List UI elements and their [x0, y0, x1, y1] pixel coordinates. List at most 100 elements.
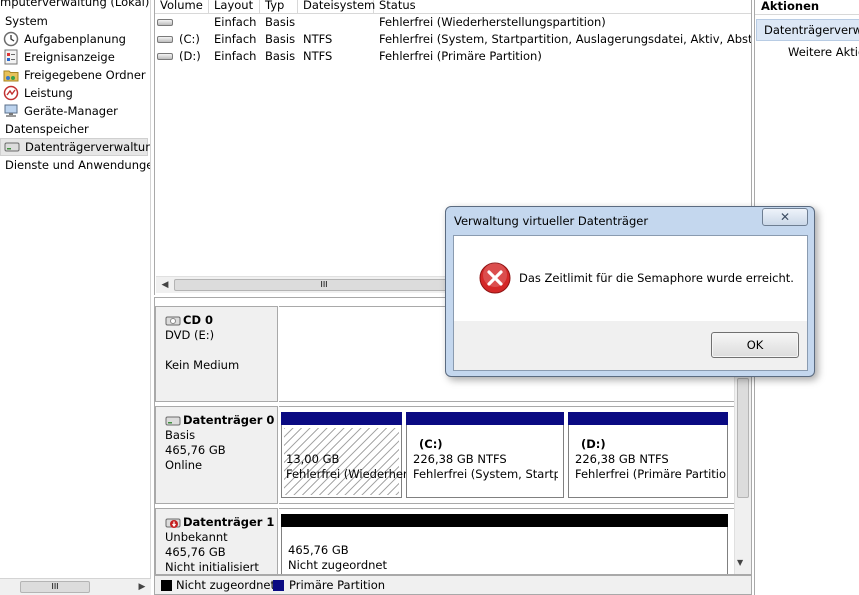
disk-line2: Basis	[165, 428, 196, 442]
tree-item-system[interactable]: System	[0, 12, 48, 30]
scroll-thumb[interactable]: III	[174, 279, 474, 291]
scroll-thumb[interactable]: III	[20, 581, 90, 593]
column-header-typ[interactable]: Typ	[260, 0, 298, 14]
scroll-thumb[interactable]	[737, 378, 749, 498]
volume-name: (C:)	[179, 32, 200, 46]
disk-map-disk0: 13,00 GB Fehlerfrei (Wiederher (C:) 226,…	[279, 406, 734, 504]
partition-status: Fehlerfrei (Wiederher	[286, 467, 408, 481]
disk-name: Datenträger 1	[183, 515, 275, 529]
disk-line3: 465,76 GB	[165, 545, 226, 559]
disk-label-disk1[interactable]: Datenträger 1 Unbekannt 465,76 GB Nicht …	[155, 508, 278, 574]
partition-d[interactable]: (D:) 226,38 GB NTFS Fehlerfrei (Primäre …	[568, 412, 728, 498]
volume-layout: Einfach	[214, 32, 257, 46]
disk-line2: DVD (E:)	[165, 328, 215, 342]
tree-item-label: Datenspeicher	[5, 122, 89, 136]
hard-disk-icon	[165, 414, 181, 428]
partition-size: 13,00 GB	[286, 452, 340, 466]
tree-item-label: Geräte-Manager	[24, 104, 118, 118]
partition-c[interactable]: (C:) 226,38 GB NTFS Fehlerfrei (System, …	[406, 412, 564, 498]
clock-icon	[3, 31, 19, 47]
primary-partition-bar	[281, 412, 402, 425]
tree-item-label: Freigegebene Ordner	[24, 68, 146, 82]
legend-swatch-primary	[273, 580, 284, 591]
partition-label: (D:)	[581, 437, 606, 451]
partition-status: Fehlerfrei (System, Startpart	[413, 467, 558, 481]
performance-icon	[3, 85, 19, 101]
tree-item-leistung[interactable]: Leistung	[0, 84, 73, 102]
action-section-header[interactable]: Datenträgerverwaltung	[756, 19, 859, 41]
unallocated-bar	[281, 514, 728, 527]
partition-label: (C:)	[419, 437, 443, 451]
tree-item-label: Leistung	[24, 86, 73, 100]
tree-item-label: Ereignisanzeige	[24, 50, 115, 64]
console-tree: mputerverwaltung (Lokal) System Aufgaben…	[0, 0, 151, 578]
disk-name: Datenträger 0	[183, 413, 275, 427]
tree-horizontal-scrollbar[interactable]: III ▶	[0, 578, 151, 595]
volume-filesystem: NTFS	[303, 32, 333, 46]
volume-type: Basis	[265, 15, 296, 29]
disk-line4: Nicht initialisiert	[165, 560, 259, 574]
disk-name: CD 0	[183, 313, 213, 327]
legend-bar: Nicht zugeordnet Primäre Partition	[154, 575, 752, 595]
volume-row[interactable]: (D:) Einfach Basis NTFS Fehlerfrei (Prim…	[155, 48, 751, 65]
more-actions-link[interactable]: Weitere Aktio	[788, 44, 859, 61]
volume-row[interactable]: (C:) Einfach Basis NTFS Fehlerfrei (Syst…	[155, 31, 751, 48]
column-header-status[interactable]: Status	[374, 0, 751, 14]
volume-status: Fehlerfrei (Wiederherstellungspartition)	[379, 15, 606, 29]
volume-row[interactable]: Einfach Basis Fehlerfrei (Wiederherstell…	[155, 14, 751, 31]
error-icon	[479, 262, 511, 294]
tree-item-label: Dienste und Anwendungen	[5, 158, 151, 172]
disk-line3: 465,76 GB	[165, 443, 226, 457]
tree-item-datenspeicher[interactable]: Datenspeicher	[0, 120, 89, 138]
tree-item-freigegebene-ordner[interactable]: Freigegebene Ordner	[0, 66, 146, 84]
tree-item-ereignisanzeige[interactable]: Ereignisanzeige	[0, 48, 115, 66]
volume-status: Fehlerfrei (Primäre Partition)	[379, 49, 542, 63]
scroll-down-arrow-icon[interactable]: ▼	[737, 558, 743, 567]
disk-map-disk1: 465,76 GB Nicht zugeordnet	[279, 508, 734, 574]
tree-item-aufgabenplanung[interactable]: Aufgabenplanung	[0, 30, 126, 48]
column-header-layout[interactable]: Layout	[209, 0, 260, 14]
ok-button[interactable]: OK	[711, 332, 799, 358]
disk-label-cd0[interactable]: CD 0 DVD (E:) Kein Medium	[155, 306, 278, 402]
action-pane-title: Aktionen	[755, 0, 859, 15]
legend-label: Primäre Partition	[289, 578, 386, 592]
partition-size: 226,38 GB NTFS	[413, 452, 507, 466]
volume-list-header: Volume Layout Typ Dateisystem Status	[155, 0, 751, 14]
volume-disk-icon	[157, 36, 173, 43]
uninitialized-disk-icon	[165, 516, 181, 530]
disk-label-disk0[interactable]: Datenträger 0 Basis 465,76 GB Online	[155, 406, 278, 504]
disk-management-icon	[4, 139, 20, 155]
disk-line4: Online	[165, 458, 203, 472]
tree-item-datentraegerverwaltung[interactable]: Datenträgerverwaltung	[0, 138, 151, 156]
primary-partition-bar	[406, 412, 564, 425]
tree-item-label: Aufgabenplanung	[24, 32, 126, 46]
tree-item-dienste-und-anwendungen[interactable]: Dienste und Anwendungen	[0, 156, 151, 174]
scroll-left-arrow-icon[interactable]: ◀	[158, 277, 172, 293]
device-manager-icon	[3, 103, 19, 119]
partition-size: 226,38 GB NTFS	[575, 452, 669, 466]
volume-type: Basis	[265, 32, 296, 46]
volume-disk-icon	[157, 53, 173, 60]
partition-recovery[interactable]: 13,00 GB Fehlerfrei (Wiederher	[281, 412, 408, 498]
tree-root[interactable]: mputerverwaltung (Lokal)	[0, 0, 149, 11]
volume-layout: Einfach	[214, 15, 257, 29]
primary-partition-bar	[568, 412, 728, 425]
dialog-title: Verwaltung virtueller Datenträger	[454, 214, 649, 228]
volume-filesystem: NTFS	[303, 49, 333, 63]
scroll-right-arrow-icon[interactable]: ▶	[135, 579, 149, 595]
column-header-dateisystem[interactable]: Dateisystem	[298, 0, 375, 14]
volume-type: Basis	[265, 49, 296, 63]
shared-folder-icon	[3, 67, 19, 83]
tree-item-label: Datenträgerverwaltung	[25, 140, 151, 154]
partition-unallocated[interactable]: 465,76 GB Nicht zugeordnet	[281, 514, 728, 574]
tree-item-label: System	[5, 14, 48, 28]
disk-line3	[165, 343, 277, 358]
column-header-volume[interactable]: Volume	[155, 0, 209, 14]
close-icon[interactable]: ✕	[762, 208, 808, 226]
legend-swatch-unallocated	[161, 580, 172, 591]
tree-item-geraete-manager[interactable]: Geräte-Manager	[0, 102, 118, 120]
error-dialog: Verwaltung virtueller Datenträger ✕ Das …	[445, 206, 815, 377]
event-viewer-icon	[3, 49, 19, 65]
legend-label: Nicht zugeordnet	[176, 578, 276, 592]
cd-drive-icon	[165, 314, 181, 328]
